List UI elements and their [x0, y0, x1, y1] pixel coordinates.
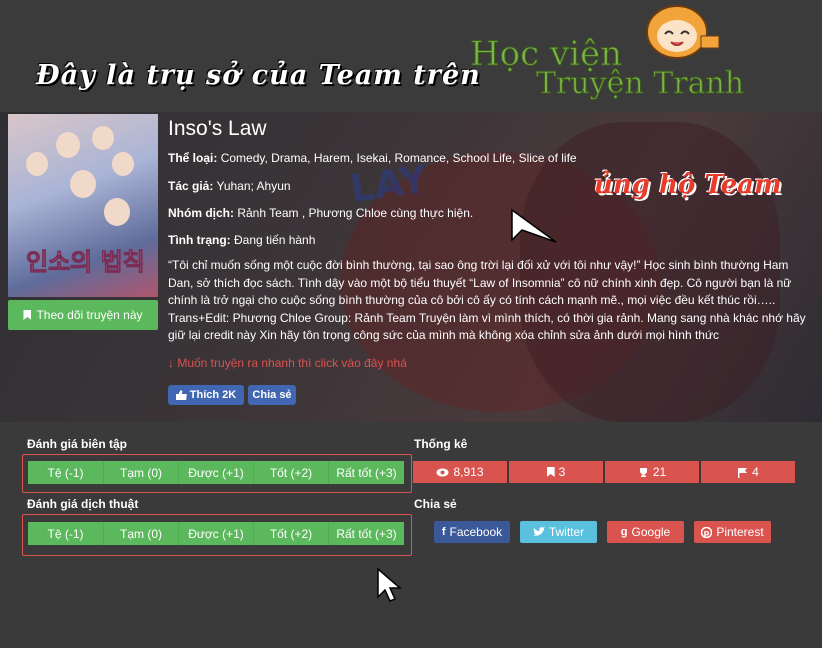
manga-cover-image: 인소의 법칙 [8, 114, 158, 297]
translator-label: Nhóm dịch: [168, 206, 234, 220]
flag-icon [738, 467, 748, 478]
views-stat: 8,913 [413, 461, 507, 483]
genres-value[interactable]: Comedy, Drama, Harem, Isekai, Romance, S… [221, 151, 577, 165]
flags-count: 4 [752, 465, 759, 479]
facebook-icon: f [441, 526, 446, 538]
manga-title: Inso's Law [168, 117, 267, 140]
rate-ok-button[interactable]: Tạm (0) [104, 461, 179, 484]
header-banner: Đây là trụ sở của Team trên Học viện Tru… [0, 0, 822, 112]
status-label: Tình trạng: [168, 233, 231, 247]
twitter-icon [532, 527, 545, 536]
genres-row: Thể loại: Comedy, Drama, Harem, Isekai, … [168, 151, 577, 165]
rate-great-button[interactable]: Rất tốt (+3) [329, 522, 404, 545]
translation-rating-box: Tệ (-1) Tạm (0) Được (+1) Tốt (+2) Rất t… [22, 514, 412, 556]
cover-character [26, 152, 48, 176]
support-team-text: ủng hộ Team [594, 170, 782, 200]
cover-character [112, 152, 134, 176]
translation-rating-buttons: Tệ (-1) Tạm (0) Được (+1) Tốt (+2) Rất t… [28, 522, 404, 545]
twitter-label: Twitter [548, 525, 585, 539]
facebook-like-button[interactable]: Thích 2K [168, 385, 244, 405]
facebook-share-button[interactable]: Chia sẻ [248, 385, 296, 405]
bookmark-icon [546, 467, 555, 477]
rate-ok-button[interactable]: Tạm (0) [104, 522, 179, 545]
author-row: Tác giả: Yuhan; Ahyun [168, 179, 291, 193]
fast-release-link[interactable]: ↓ Muốn truyện ra nhanh thì click vào đây… [168, 356, 407, 370]
bookmark-icon [23, 310, 32, 320]
views-count: 8,913 [453, 465, 484, 479]
rate-good-button[interactable]: Tốt (+2) [254, 522, 329, 545]
rating-panel: Đánh giá biên tập Tệ (-1) Tạm (0) Được (… [0, 422, 822, 648]
thumbs-up-icon [175, 390, 187, 400]
rate-fair-button[interactable]: Được (+1) [179, 461, 254, 484]
follow-button[interactable]: Theo dõi truyện này [8, 300, 158, 330]
editor-rating-box: Tệ (-1) Tạm (0) Được (+1) Tốt (+2) Rất t… [22, 454, 412, 493]
bookmarks-count: 3 [558, 465, 566, 479]
google-icon: g [620, 526, 628, 538]
rate-bad-button[interactable]: Tệ (-1) [28, 461, 104, 484]
status-row: Tình trạng: Đang tiến hành [168, 233, 315, 247]
mascot-icon [646, 5, 720, 59]
trophy-icon [639, 467, 647, 477]
google-label: Google [631, 525, 671, 539]
share-buttons-row: f Facebook Twitter g Google p Pinterest [434, 521, 771, 543]
bookmarks-stat: 3 [509, 461, 603, 483]
flags-stat: 4 [701, 461, 795, 483]
share-facebook-button[interactable]: f Facebook [434, 521, 510, 543]
rate-good-button[interactable]: Tốt (+2) [254, 461, 329, 484]
author-label: Tác giả: [168, 179, 214, 193]
manga-description: “Tôi chỉ muốn sống một cuộc đời bình thư… [168, 258, 806, 342]
share-section-label: Chia sẻ [414, 497, 457, 511]
banner-text: Đây là trụ sở của Team trên [36, 60, 481, 91]
translation-rating-label: Đánh giá dịch thuật [27, 497, 139, 511]
trophies-count: 21 [652, 465, 667, 479]
stats-row: 8,913 3 21 4 [413, 461, 795, 483]
editor-rating-label: Đánh giá biên tập [27, 437, 128, 451]
pinterest-label: Pinterest [716, 525, 764, 539]
share-google-button[interactable]: g Google [607, 521, 684, 543]
logo-line-2: Truyện Tranh [535, 66, 745, 102]
translator-row: Nhóm dịch: Rảnh Team , Phương Chloe cùng… [168, 206, 473, 220]
cover-character [92, 126, 114, 150]
rate-bad-button[interactable]: Tệ (-1) [28, 522, 104, 545]
eye-icon [436, 468, 449, 476]
rate-great-button[interactable]: Rất tốt (+3) [329, 461, 404, 484]
translator-value[interactable]: Rảnh Team , Phương Chloe cùng thực hiện. [237, 206, 473, 220]
stats-label: Thống kê [414, 437, 468, 451]
share-label: Chia sẻ [252, 389, 292, 401]
rate-fair-button[interactable]: Được (+1) [179, 522, 254, 545]
trophies-stat: 21 [605, 461, 699, 483]
facebook-label: Facebook [449, 525, 503, 539]
genres-label: Thể loại: [168, 151, 218, 165]
status-value: Đang tiến hành [234, 233, 316, 247]
cover-character [56, 132, 80, 158]
manga-info-section: LAY ủng hộ Team 인소의 법칙 Theo dõi truyện n… [0, 112, 822, 422]
author-value[interactable]: Yuhan; Ahyun [216, 179, 290, 193]
follow-button-label: Theo dõi truyện này [36, 308, 143, 322]
cover-character [70, 170, 96, 198]
cover-character [104, 198, 130, 226]
cover-title: 인소의 법칙 [26, 248, 146, 277]
share-twitter-button[interactable]: Twitter [520, 521, 597, 543]
pinterest-icon: p [701, 526, 713, 538]
editor-rating-buttons: Tệ (-1) Tạm (0) Được (+1) Tốt (+2) Rất t… [28, 461, 404, 484]
like-label: Thích 2K [189, 389, 237, 401]
share-pinterest-button[interactable]: p Pinterest [694, 521, 771, 543]
svg-text:p: p [704, 528, 710, 537]
